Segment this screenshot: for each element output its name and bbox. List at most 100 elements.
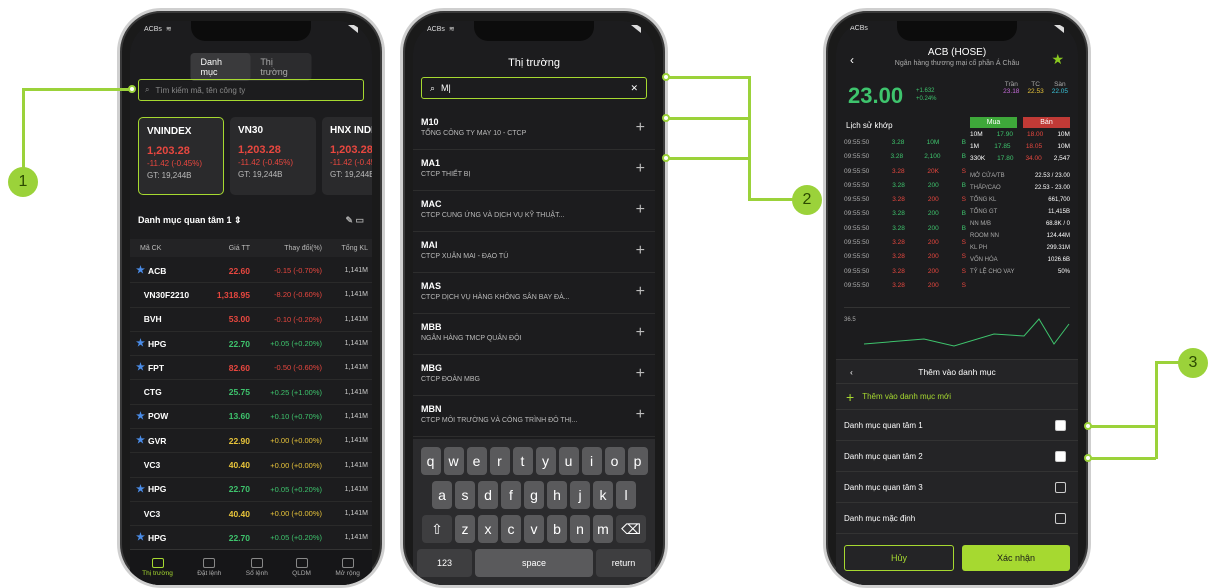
search-input[interactable]: ⌕ Tìm kiếm mã, tên công ty <box>138 79 364 101</box>
key-p[interactable]: p <box>627 447 648 475</box>
col-change[interactable]: Thay đổi(%) <box>250 245 322 252</box>
table-row[interactable]: VC3 40.40 +0.00 (+0.00%) 1,141M <box>130 502 372 527</box>
key-y[interactable]: y <box>535 447 556 475</box>
key-j[interactable]: j <box>570 481 590 509</box>
star-icon[interactable]: ★ <box>136 484 145 495</box>
table-row[interactable]: VN30F2210 1,318.95 -8.20 (-0.60%) 1,141M <box>130 283 372 308</box>
star-icon[interactable]: ★ <box>136 265 145 276</box>
add-new-watchlist[interactable]: + Thêm vào danh mục mới <box>836 384 1078 410</box>
search-input[interactable]: ⌕ M| ✕ <box>421 77 647 99</box>
key-x[interactable]: x <box>478 515 498 543</box>
plus-icon[interactable]: + <box>636 201 645 219</box>
cancel-button[interactable]: Hủy <box>844 545 954 571</box>
star-icon[interactable]: ★ <box>136 435 145 446</box>
watchlist-option[interactable]: Danh mục mặc định <box>836 503 1078 534</box>
table-row[interactable]: ★ HPG 22.70 +0.05 (+0.20%) 1,141M <box>130 478 372 502</box>
result-item[interactable]: MAS CTCP DỊCH VỤ HÀNG KHÔNG SÂN BAY ĐÀ...… <box>413 273 655 314</box>
watchlist-selector[interactable]: Danh mục quan tâm 1 ⇕ <box>138 215 242 226</box>
backspace-key[interactable]: ⌫ <box>616 515 646 543</box>
star-icon[interactable]: ★ <box>136 532 145 543</box>
key-i[interactable]: i <box>581 447 602 475</box>
table-row[interactable]: ★ POW 13.60 +0.10 (+0.70%) 1,141M <box>130 405 372 430</box>
watchlist-option[interactable]: Danh mục quan tâm 2 <box>836 441 1078 472</box>
table-row[interactable]: ★ ACB 22.60 -0.15 (-0.70%) 1,141M <box>130 259 372 284</box>
key-t[interactable]: t <box>512 447 533 475</box>
key-e[interactable]: e <box>466 447 487 475</box>
tabbar-item[interactable]: Đặt lệnh <box>197 558 221 577</box>
tabbar-item[interactable]: Thị trường <box>142 558 173 577</box>
watchlist-option[interactable]: Danh mục quan tâm 3 <box>836 472 1078 503</box>
key-o[interactable]: o <box>604 447 625 475</box>
checkbox[interactable] <box>1055 419 1066 431</box>
index-card[interactable]: VNINDEX 1,203.28 -11.42 (-0.45%) GT: 19,244… <box>138 117 224 195</box>
table-row[interactable]: ★ FPT 82.60 -0.50 (-0.60%) 1,141M <box>130 356 372 381</box>
key-l[interactable]: l <box>616 481 636 509</box>
shift-key[interactable]: ⇧ <box>422 515 452 543</box>
result-item[interactable]: MBG CTCP ĐOÀN MBG + <box>413 355 655 396</box>
key-return[interactable]: return <box>595 549 651 577</box>
key-n[interactable]: n <box>570 515 590 543</box>
tabbar-item[interactable]: QLDM <box>292 558 311 577</box>
key-k[interactable]: k <box>593 481 613 509</box>
key-u[interactable]: u <box>558 447 579 475</box>
col-volume[interactable]: Tổng KL <box>322 245 372 252</box>
edit-icon[interactable]: ✎ ▭ <box>345 215 364 226</box>
result-item[interactable]: MBB NGÂN HÀNG TMCP QUÂN ĐỘI + <box>413 314 655 355</box>
table-row[interactable]: CTG 25.75 +0.25 (+1.00%) 1,141M <box>130 380 372 405</box>
buy-button[interactable]: Mua <box>970 117 1017 128</box>
key-a[interactable]: a <box>432 481 452 509</box>
confirm-button[interactable]: Xác nhận <box>962 545 1070 571</box>
result-item[interactable]: M10 TỔNG CÔNG TY MAY 10 - CTCP + <box>413 109 655 150</box>
watchlist-option[interactable]: Danh mục quan tâm 1 <box>836 410 1078 441</box>
table-row[interactable]: ★ HPG 22.70 +0.05 (+0.20%) 1,141M <box>130 332 372 357</box>
back-icon[interactable]: ‹ <box>850 360 853 384</box>
key-s[interactable]: s <box>455 481 475 509</box>
key-d[interactable]: d <box>478 481 498 509</box>
plus-icon[interactable]: + <box>636 406 645 424</box>
index-card[interactable]: HNX INDEX 1,203.28 -11.42 (-0.45%) GT: 19,2… <box>322 117 372 195</box>
table-row[interactable]: ★ HPG 22.70 +0.05 (+0.20%) 1,141M <box>130 526 372 551</box>
key-g[interactable]: g <box>524 481 544 509</box>
result-item[interactable]: MAI CTCP XUÂN MAI - ĐẠO TÚ + <box>413 232 655 273</box>
key-h[interactable]: h <box>547 481 567 509</box>
tab-thi-truong[interactable]: Thị trường <box>250 53 311 81</box>
tab-danh-muc[interactable]: Danh mục <box>190 53 251 81</box>
sell-button[interactable]: Bán <box>1023 117 1070 128</box>
key-z[interactable]: z <box>455 515 475 543</box>
star-icon[interactable]: ★ <box>136 362 145 373</box>
key-b[interactable]: b <box>547 515 567 543</box>
index-card[interactable]: VN30 1,203.28 -11.42 (-0.45%) GT: 19,244B <box>230 117 316 195</box>
key-r[interactable]: r <box>489 447 510 475</box>
plus-icon[interactable]: + <box>636 119 645 137</box>
result-item[interactable]: MA1 CTCP THIẾT BỊ + <box>413 150 655 191</box>
tabbar-item[interactable]: Mở rộng <box>335 558 360 577</box>
key-123[interactable]: 123 <box>417 549 473 577</box>
key-v[interactable]: v <box>524 515 544 543</box>
star-icon[interactable]: ★ <box>136 338 145 349</box>
table-row[interactable]: ★ GVR 22.90 +0.00 (+0.00%) 1,141M <box>130 429 372 454</box>
plus-icon[interactable]: + <box>636 160 645 178</box>
checkbox[interactable] <box>1055 512 1066 524</box>
col-symbol[interactable]: Mã CK <box>130 245 200 252</box>
key-f[interactable]: f <box>501 481 521 509</box>
result-item[interactable]: MBN CTCP MÔI TRƯỜNG VÀ CÔNG TRÌNH ĐÔ THỊ.… <box>413 396 655 437</box>
key-q[interactable]: q <box>420 447 441 475</box>
clear-icon[interactable]: ✕ <box>630 83 638 94</box>
plus-icon[interactable]: + <box>636 283 645 301</box>
key-w[interactable]: w <box>443 447 464 475</box>
key-space[interactable]: space <box>475 549 593 577</box>
checkbox[interactable] <box>1055 450 1066 462</box>
tabbar-item[interactable]: Sổ lệnh <box>246 558 268 577</box>
result-item[interactable]: MAC CTCP CUNG ỨNG VÀ DỊCH VỤ KỸ THUẬT... + <box>413 191 655 232</box>
checkbox[interactable] <box>1055 481 1066 493</box>
star-icon[interactable]: ★ <box>136 411 145 422</box>
key-c[interactable]: c <box>501 515 521 543</box>
key-m[interactable]: m <box>593 515 613 543</box>
col-price[interactable]: Giá TT <box>200 245 250 252</box>
table-row[interactable]: BVH 53.00 -0.10 (-0.20%) 1,141M <box>130 308 372 332</box>
plus-icon[interactable]: + <box>636 242 645 260</box>
plus-icon[interactable]: + <box>636 365 645 383</box>
table-row[interactable]: VC3 40.40 +0.00 (+0.00%) 1,141M <box>130 453 372 478</box>
index-change: -11.42 (-0.45%) <box>238 158 293 167</box>
plus-icon[interactable]: + <box>636 324 645 342</box>
